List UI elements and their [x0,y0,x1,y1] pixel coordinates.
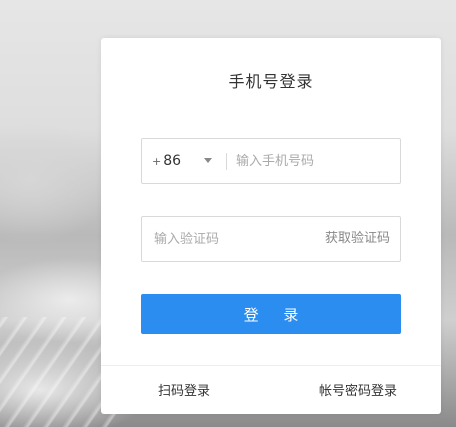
qr-login-link[interactable]: 扫码登录 [158,380,210,399]
page-title: 手机号登录 [228,72,314,91]
country-code-select[interactable]: +86 [152,139,181,183]
footer-divider [101,365,441,366]
verification-code-input[interactable] [154,217,304,261]
phone-input[interactable] [236,139,386,183]
field-separator [226,153,227,170]
phone-field: +86 [141,138,401,184]
get-code-button[interactable]: 获取验证码 [325,217,390,261]
login-button[interactable]: 登 录 [141,294,401,334]
verification-code-field: 获取验证码 [141,216,401,262]
country-code-plus: + [152,155,162,168]
password-login-link[interactable]: 帐号密码登录 [319,380,397,399]
login-card: 手机号登录 +86 获取验证码 登 录 扫码登录 帐号密码登录 [101,38,441,414]
country-code-value: 86 [163,153,182,169]
chevron-down-icon[interactable] [204,158,212,163]
